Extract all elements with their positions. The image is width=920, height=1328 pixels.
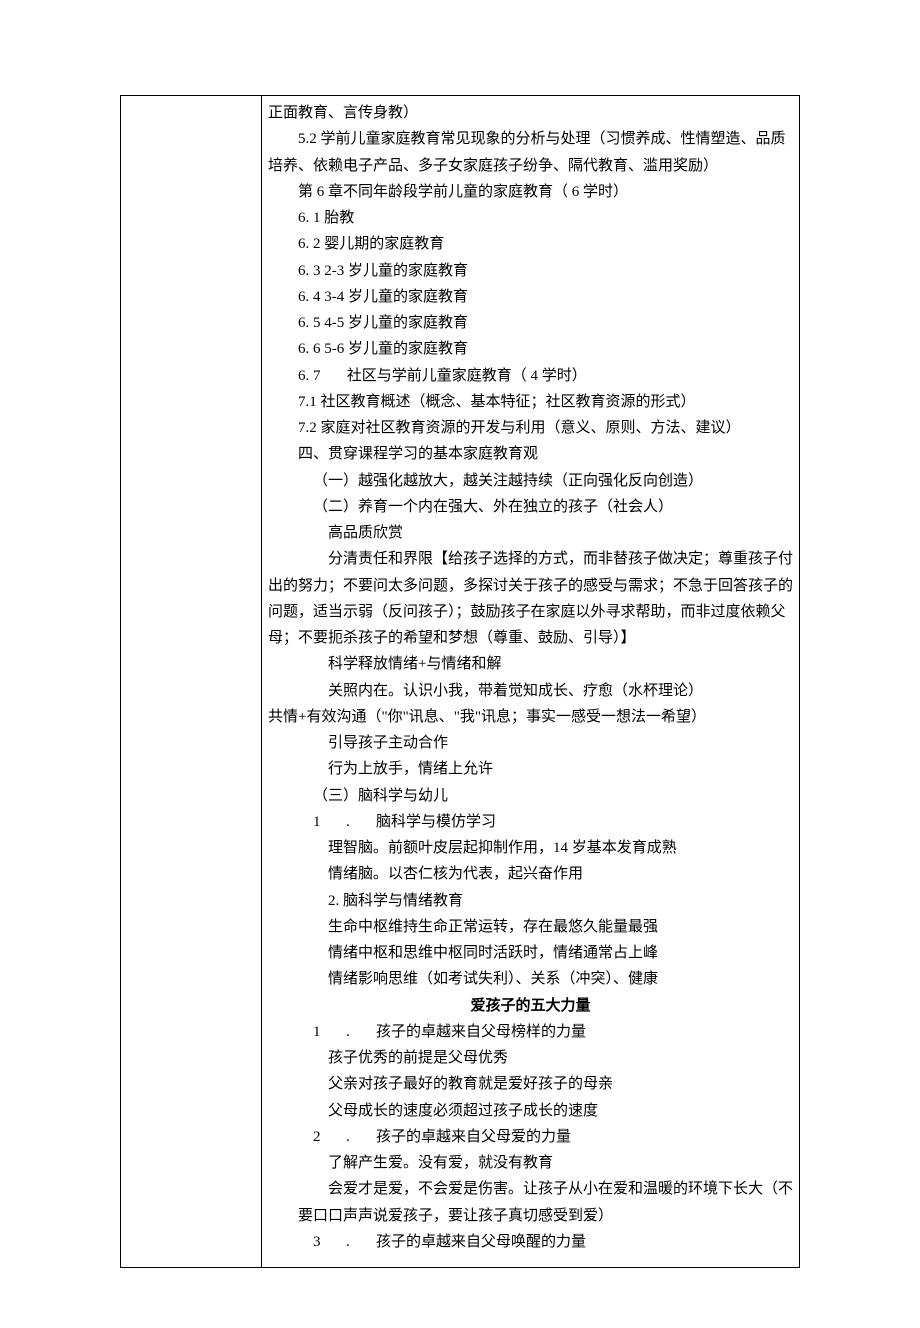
left-cell xyxy=(121,96,262,1268)
text-line: 关照内在。认识小我，带着觉知成长、疗愈（水杯理论） xyxy=(268,678,793,704)
text-line: 理智脑。前额叶皮层起抑制作用，14 岁基本发育成熟 xyxy=(268,835,793,861)
text-line: 第 6 章不同年龄段学前儿童的家庭教育（ 6 学时） xyxy=(268,179,793,205)
list-sep: . xyxy=(346,1229,376,1255)
list-text: 孩子的卓越来自父母唤醒的力量 xyxy=(376,1234,586,1250)
text-line: 了解产生爱。没有爱，就没有教育 xyxy=(268,1150,793,1176)
text-line: 5.2 学前儿童家庭教育常见现象的分析与处理（习惯养成、性情塑造、品质 xyxy=(268,126,793,152)
text-line: 7.1 社区教育概述（概念、基本特征；社区教育资源的形式） xyxy=(268,389,793,415)
text-line: 要口口声声说爱孩子，要让孩子真切感受到爱） xyxy=(268,1203,793,1229)
text-line: 正面教育、言传身教） xyxy=(268,100,793,126)
content-table: 正面教育、言传身教）5.2 学前儿童家庭教育常见现象的分析与处理（习惯养成、性情… xyxy=(120,95,800,1268)
text-line: 高品质欣赏 xyxy=(268,520,793,546)
text-line: （一）越强化越放大，越关注越持续（正向强化反向创造） xyxy=(268,468,793,494)
list-number: 2 xyxy=(313,1124,346,1150)
text-line: 7.2 家庭对社区教育资源的开发与利用（意义、原则、方法、建议） xyxy=(268,415,793,441)
list-number: 1 xyxy=(313,1019,346,1045)
text-line: 情绪脑。以杏仁核为代表，起兴奋作用 xyxy=(268,861,793,887)
list-sep: . xyxy=(346,809,376,835)
text-line: 爱孩子的五大力量 xyxy=(268,993,793,1019)
text-line: 会爱才是爱，不会爱是伤害。让孩子从小在爱和温暖的环境下长大（不 xyxy=(268,1176,793,1202)
text-line: 6. 7 社区与学前儿童家庭教育（ 4 学时） xyxy=(268,363,793,389)
text-line: 6. 3 2-3 岁儿童的家庭教育 xyxy=(268,258,793,284)
text-line: 父亲对孩子最好的教育就是爱好孩子的母亲 xyxy=(268,1071,793,1097)
table-row: 正面教育、言传身教）5.2 学前儿童家庭教育常见现象的分析与处理（习惯养成、性情… xyxy=(121,96,800,1268)
text-line: 共情+有效沟通（"你"讯息、"我"讯息；事实一感受一想法一希望） xyxy=(268,704,793,730)
list-text: 孩子的卓越来自父母爱的力量 xyxy=(376,1129,571,1145)
text-line: 6. 5 4-5 岁儿童的家庭教育 xyxy=(268,310,793,336)
text-line: 生命中枢维持生命正常运转，存在最悠久能量最强 xyxy=(268,914,793,940)
text-line: 出的努力；不要问太多问题，多探讨关于孩子的感受与需求；不急于回答孩子的 xyxy=(268,573,793,599)
text-line: 2. 脑科学与情绪教育 xyxy=(268,888,793,914)
text-line: 情绪中枢和思维中枢同时活跃时，情绪通常占上峰 xyxy=(268,940,793,966)
text-line: 6. 4 3-4 岁儿童的家庭教育 xyxy=(268,284,793,310)
text-line: （二）养育一个内在强大、外在独立的孩子（社会人） xyxy=(268,494,793,520)
list-sep: . xyxy=(346,1019,376,1045)
list-number: 1 xyxy=(313,809,346,835)
text-line: 1.脑科学与模仿学习 xyxy=(268,809,793,835)
text-line: 2.孩子的卓越来自父母爱的力量 xyxy=(268,1124,793,1150)
text-line: 问题，适当示弱（反问孩子）；鼓励孩子在家庭以外寻求帮助，而非过度依赖父 xyxy=(268,599,793,625)
text-line: 6. 6 5-6 岁儿童的家庭教育 xyxy=(268,336,793,362)
text-line: 培养、依赖电子产品、多子女家庭孩子纷争、隔代教育、滥用奖励） xyxy=(268,153,793,179)
text-line: 1.孩子的卓越来自父母榜样的力量 xyxy=(268,1019,793,1045)
list-text: 孩子的卓越来自父母榜样的力量 xyxy=(376,1024,586,1040)
text-line: 情绪影响思维（如考试失利）、关系（冲突）、健康 xyxy=(268,966,793,992)
list-number: 3 xyxy=(313,1229,346,1255)
document-page: 正面教育、言传身教）5.2 学前儿童家庭教育常见现象的分析与处理（习惯养成、性情… xyxy=(0,0,920,1328)
text-line: 四、贯穿课程学习的基本家庭教育观 xyxy=(268,441,793,467)
text-line: 科学释放情绪+与情绪和解 xyxy=(268,651,793,677)
text-line: （三）脑科学与幼儿 xyxy=(268,783,793,809)
text-line: 引导孩子主动合作 xyxy=(268,730,793,756)
text-line: 分清责任和界限【给孩子选择的方式，而非替孩子做决定；尊重孩子付 xyxy=(268,546,793,572)
list-sep: . xyxy=(346,1124,376,1150)
text-line: 6. 2 婴儿期的家庭教育 xyxy=(268,231,793,257)
content-cell: 正面教育、言传身教）5.2 学前儿童家庭教育常见现象的分析与处理（习惯养成、性情… xyxy=(262,96,800,1268)
text-line: 行为上放手，情绪上允许 xyxy=(268,756,793,782)
text-line: 孩子优秀的前提是父母优秀 xyxy=(268,1045,793,1071)
text-line: 父母成长的速度必须超过孩子成长的速度 xyxy=(268,1098,793,1124)
list-text: 脑科学与模仿学习 xyxy=(376,814,496,830)
text-line: 3.孩子的卓越来自父母唤醒的力量 xyxy=(268,1229,793,1255)
text-line: 母；不要扼杀孩子的希望和梦想（尊重、鼓励、引导）】 xyxy=(268,625,793,651)
text-line: 6. 1 胎教 xyxy=(268,205,793,231)
